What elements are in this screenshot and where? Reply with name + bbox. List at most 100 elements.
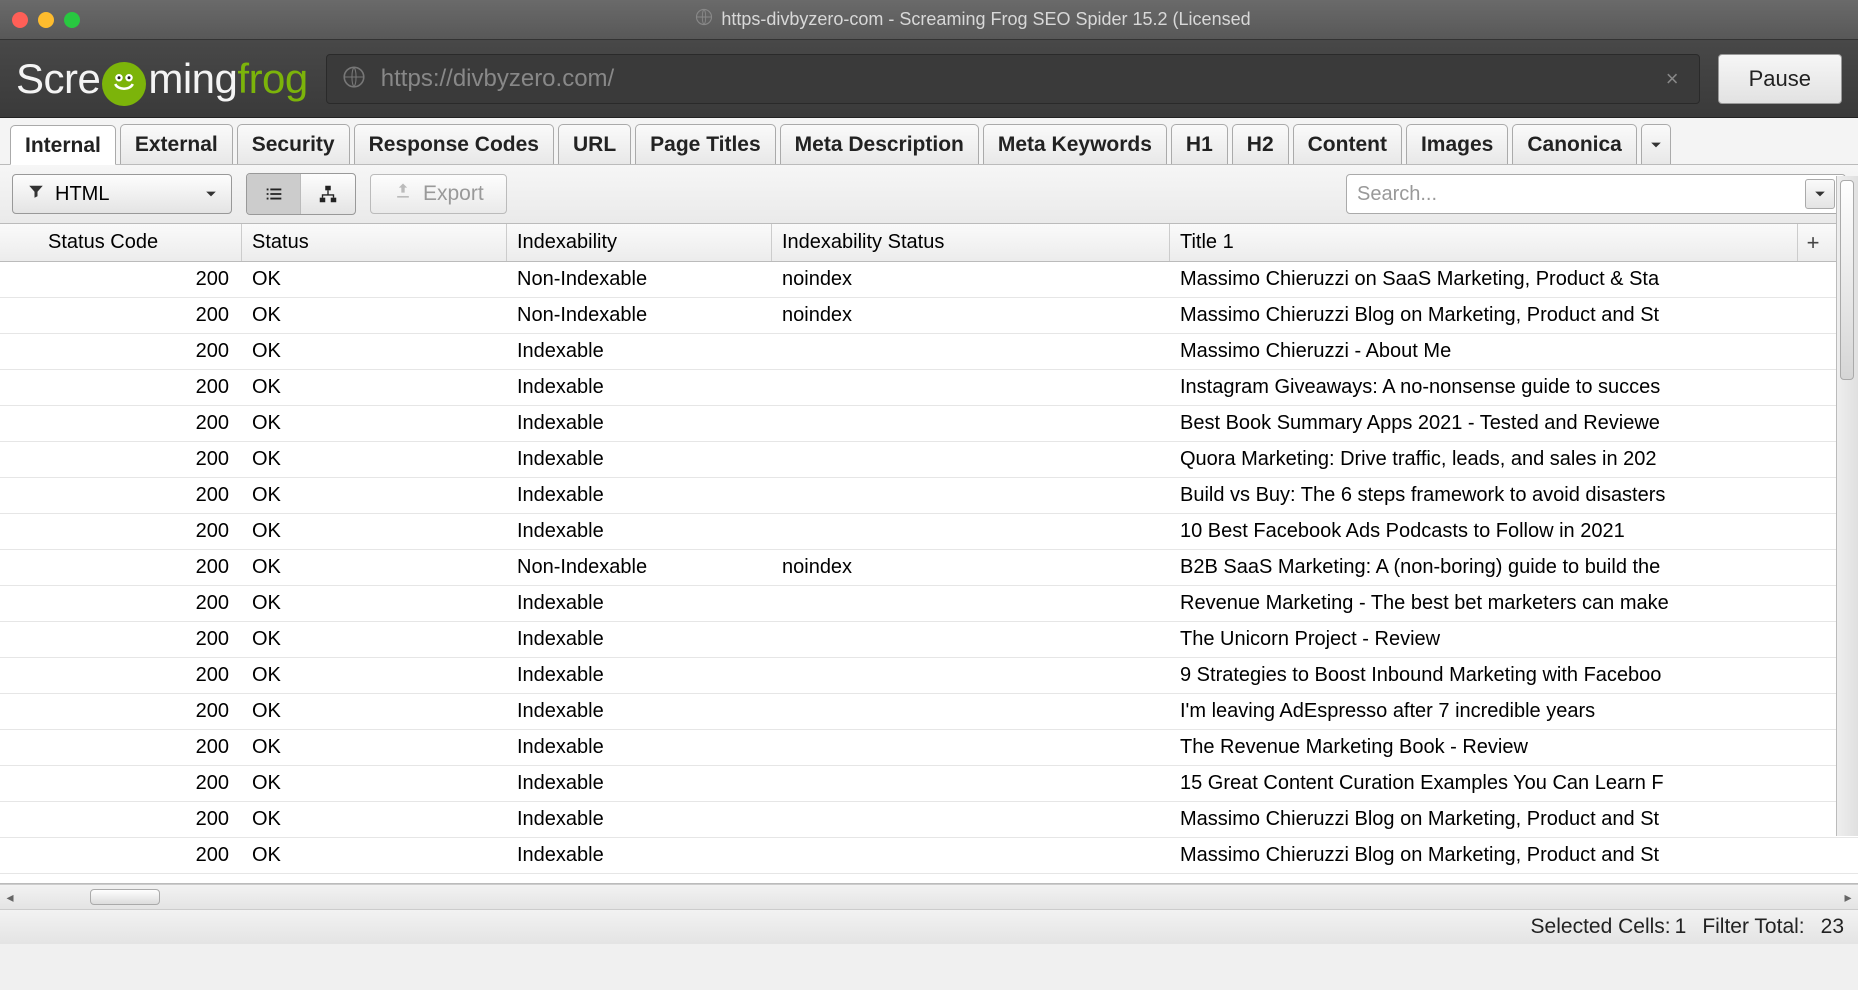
clear-url-icon[interactable]: × <box>1660 66 1685 92</box>
pause-button[interactable]: Pause <box>1718 54 1842 104</box>
cell-status-code[interactable]: 200 <box>0 514 242 549</box>
cell-status[interactable]: OK <box>242 262 507 297</box>
cell-status-code[interactable]: 200 <box>0 442 242 477</box>
cell-indexability-status[interactable] <box>772 406 1170 441</box>
view-list-button[interactable] <box>247 174 301 214</box>
cell-indexability-status[interactable] <box>772 442 1170 477</box>
scroll-left-icon[interactable]: ◂ <box>0 885 20 909</box>
cell-title[interactable]: The Revenue Marketing Book - Review <box>1170 730 1798 765</box>
cell-title[interactable]: Instagram Giveaways: A no-nonsense guide… <box>1170 370 1798 405</box>
cell-status-code[interactable]: 200 <box>0 658 242 693</box>
cell-indexability-status[interactable]: noindex <box>772 298 1170 333</box>
tab-content[interactable]: Content <box>1293 124 1402 164</box>
close-window[interactable] <box>12 12 28 28</box>
cell-indexability[interactable]: Non-Indexable <box>507 262 772 297</box>
cell-status-code[interactable]: 200 <box>0 622 242 657</box>
tab-h1[interactable]: H1 <box>1171 124 1228 164</box>
table-row[interactable]: 200OKIndexable10 Best Facebook Ads Podca… <box>0 514 1858 550</box>
cell-indexability-status[interactable] <box>772 370 1170 405</box>
cell-status[interactable]: OK <box>242 406 507 441</box>
cell-indexability-status[interactable] <box>772 838 1170 873</box>
cell-indexability[interactable]: Non-Indexable <box>507 298 772 333</box>
table-row[interactable]: 200OKIndexableBuild vs Buy: The 6 steps … <box>0 478 1858 514</box>
cell-indexability-status[interactable] <box>772 694 1170 729</box>
cell-status[interactable]: OK <box>242 586 507 621</box>
table-row[interactable]: 200OKIndexableMassimo Chieruzzi - About … <box>0 334 1858 370</box>
cell-indexability[interactable]: Indexable <box>507 622 772 657</box>
cell-status-code[interactable]: 200 <box>0 586 242 621</box>
cell-indexability-status[interactable] <box>772 478 1170 513</box>
scroll-right-icon[interactable]: ▸ <box>1838 885 1858 909</box>
cell-status[interactable]: OK <box>242 766 507 801</box>
table-row[interactable]: 200OKIndexable Revenue Marketing - The be… <box>0 586 1858 622</box>
cell-indexability[interactable]: Indexable <box>507 658 772 693</box>
cell-status[interactable]: OK <box>242 838 507 873</box>
url-field-wrap[interactable]: × <box>326 54 1700 104</box>
cell-title[interactable]: Quora Marketing: Drive traffic, leads, a… <box>1170 442 1798 477</box>
cell-indexability[interactable]: Indexable <box>507 334 772 369</box>
cell-indexability-status[interactable] <box>772 514 1170 549</box>
cell-status-code[interactable]: 200 <box>0 694 242 729</box>
col-indexability-status[interactable]: Indexability Status <box>772 224 1170 261</box>
col-indexability[interactable]: Indexability <box>507 224 772 261</box>
cell-title[interactable]: The Unicorn Project - Review <box>1170 622 1798 657</box>
cell-title[interactable]: Massimo Chieruzzi on SaaS Marketing, Pro… <box>1170 262 1798 297</box>
cell-status-code[interactable]: 200 <box>0 478 242 513</box>
tab-meta-keywords[interactable]: Meta Keywords <box>983 124 1167 164</box>
cell-status-code[interactable]: 200 <box>0 838 242 873</box>
table-row[interactable]: 200OKIndexable 9 Strategies to Boost Inbo… <box>0 658 1858 694</box>
tab-external[interactable]: External <box>120 124 233 164</box>
search-options-button[interactable] <box>1805 179 1835 209</box>
cell-status[interactable]: OK <box>242 478 507 513</box>
cell-status[interactable]: OK <box>242 442 507 477</box>
cell-indexability[interactable]: Indexable <box>507 694 772 729</box>
url-input[interactable] <box>381 65 1646 93</box>
cell-indexability[interactable]: Non-Indexable <box>507 550 772 585</box>
tabs-overflow-button[interactable] <box>1641 124 1671 164</box>
table-row[interactable]: 200OKNon-IndexablenoindexMassimo Chieruz… <box>0 262 1858 298</box>
table-row[interactable]: 200OKNon-IndexablenoindexB2B SaaS Market… <box>0 550 1858 586</box>
cell-status-code[interactable]: 200 <box>0 406 242 441</box>
cell-indexability-status[interactable] <box>772 658 1170 693</box>
tab-internal[interactable]: Internal <box>10 125 116 165</box>
cell-indexability[interactable]: Indexable <box>507 586 772 621</box>
table-row[interactable]: 200OKNon-IndexablenoindexMassimo Chieruz… <box>0 298 1858 334</box>
cell-status-code[interactable]: 200 <box>0 802 242 837</box>
cell-status[interactable]: OK <box>242 622 507 657</box>
cell-title[interactable]: Revenue Marketing - The best bet markete… <box>1170 586 1798 621</box>
cell-indexability-status[interactable] <box>772 334 1170 369</box>
cell-indexability[interactable]: Indexable <box>507 514 772 549</box>
cell-title[interactable]: Massimo Chieruzzi Blog on Marketing, Pro… <box>1170 298 1798 333</box>
table-row[interactable]: 200OKIndexableInstagram Giveaways: A no-… <box>0 370 1858 406</box>
table-row[interactable]: 200OKIndexableQuora Marketing: Drive tra… <box>0 442 1858 478</box>
cell-status-code[interactable]: 200 <box>0 370 242 405</box>
tab-response-codes[interactable]: Response Codes <box>354 124 554 164</box>
cell-indexability[interactable]: Indexable <box>507 370 772 405</box>
cell-status[interactable]: OK <box>242 658 507 693</box>
cell-status[interactable]: OK <box>242 298 507 333</box>
cell-indexability-status[interactable] <box>772 766 1170 801</box>
cell-title[interactable]: 9 Strategies to Boost Inbound Marketing … <box>1170 658 1798 693</box>
add-column-button[interactable]: + <box>1798 224 1828 261</box>
cell-indexability[interactable]: Indexable <box>507 478 772 513</box>
cell-title[interactable]: 15 Great Content Curation Examples You C… <box>1170 766 1798 801</box>
search-input[interactable] <box>1357 183 1805 206</box>
col-status-code[interactable]: Status Code <box>0 224 242 261</box>
cell-status-code[interactable]: 200 <box>0 730 242 765</box>
col-title-1[interactable]: Title 1 <box>1170 224 1798 261</box>
tab-security[interactable]: Security <box>237 124 350 164</box>
table-row[interactable]: 200OKIndexableThe Revenue Marketing Book… <box>0 730 1858 766</box>
table-row[interactable]: 200OKIndexableBest Book Summary Apps 202… <box>0 406 1858 442</box>
cell-indexability[interactable]: Indexable <box>507 838 772 873</box>
tab-canonica[interactable]: Canonica <box>1512 124 1637 164</box>
tab-meta-description[interactable]: Meta Description <box>780 124 979 164</box>
cell-indexability-status[interactable] <box>772 730 1170 765</box>
cell-indexability-status[interactable]: noindex <box>772 262 1170 297</box>
table-row[interactable]: 200OKIndexableMassimo Chieruzzi Blog on … <box>0 802 1858 838</box>
tab-h2[interactable]: H2 <box>1232 124 1289 164</box>
cell-status-code[interactable]: 200 <box>0 550 242 585</box>
export-button[interactable]: Export <box>370 174 507 214</box>
table-row[interactable]: 200OKIndexableI'm leaving AdEspresso aft… <box>0 694 1858 730</box>
tab-images[interactable]: Images <box>1406 124 1508 164</box>
cell-indexability-status[interactable] <box>772 586 1170 621</box>
